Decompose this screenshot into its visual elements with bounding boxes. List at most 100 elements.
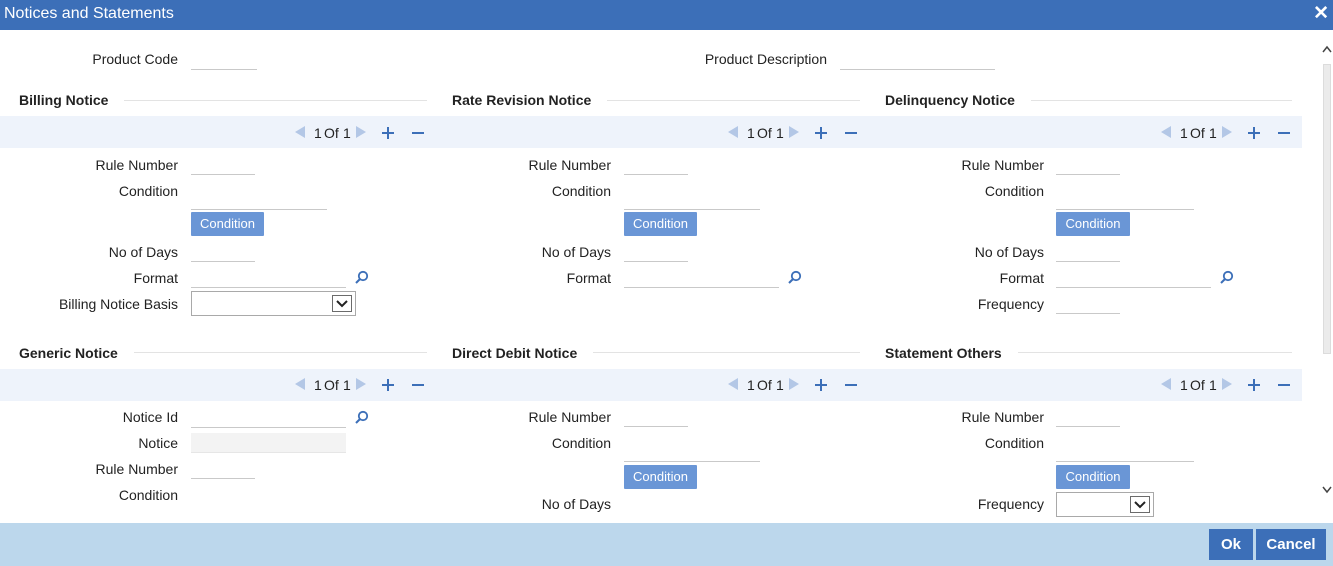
generic-notice-title: Generic Notice: [19, 345, 134, 361]
close-icon[interactable]: ✕: [1313, 3, 1329, 25]
prev-page-icon[interactable]: [294, 378, 306, 390]
rate-revision-condition-field[interactable]: [624, 190, 760, 210]
generic-condition-label: Condition: [118, 487, 178, 503]
next-page-icon[interactable]: [355, 378, 367, 390]
billing-no-of-days-field[interactable]: [191, 242, 255, 262]
generic-rule-number-field[interactable]: [191, 459, 255, 479]
statement-frequency-select[interactable]: [1056, 492, 1154, 517]
page-total: 1: [343, 377, 351, 393]
prev-page-icon[interactable]: [1160, 126, 1172, 138]
rate-revision-no-of-days-label: No of Days: [541, 244, 611, 260]
page-current: 1: [1180, 377, 1188, 393]
direct-debit-no-of-days-label: No of Days: [541, 496, 611, 512]
page-of: Of: [324, 377, 339, 393]
scroll-down-icon[interactable]: [1322, 483, 1332, 495]
billing-condition-field[interactable]: [191, 190, 327, 210]
page-current: 1: [314, 377, 322, 393]
billing-rule-number-field[interactable]: [191, 155, 255, 175]
rate-revision-condition-button[interactable]: Condition: [624, 212, 697, 236]
product-description-field[interactable]: [840, 50, 995, 70]
prev-page-icon[interactable]: [1160, 378, 1172, 390]
remove-icon[interactable]: [411, 126, 425, 140]
delinquency-no-of-days-label: No of Days: [974, 244, 1044, 260]
direct-debit-condition-label: Condition: [551, 435, 611, 451]
remove-icon[interactable]: [1277, 126, 1291, 140]
add-icon[interactable]: [1247, 378, 1261, 392]
next-page-icon[interactable]: [788, 378, 800, 390]
statement-rule-number-field[interactable]: [1056, 407, 1120, 427]
statement-condition-button[interactable]: Condition: [1056, 465, 1130, 489]
remove-icon[interactable]: [844, 126, 858, 140]
billing-rule-number-label: Rule Number: [95, 157, 178, 173]
generic-notice-id-field[interactable]: [191, 408, 346, 428]
rate-revision-format-field[interactable]: [624, 268, 779, 288]
next-page-icon[interactable]: [788, 126, 800, 138]
billing-format-label: Format: [133, 270, 178, 286]
add-icon[interactable]: [1247, 126, 1261, 140]
next-page-icon[interactable]: [1221, 126, 1233, 138]
search-icon[interactable]: [355, 270, 369, 284]
rate-revision-format-label: Format: [566, 270, 611, 286]
rate-revision-notice-title: Rate Revision Notice: [452, 92, 608, 108]
delinquency-rule-number-field[interactable]: [1056, 155, 1120, 175]
remove-icon[interactable]: [1277, 378, 1291, 392]
scrollbar-thumb[interactable]: [1323, 64, 1331, 354]
billing-no-of-days-label: No of Days: [108, 244, 178, 260]
prev-page-icon[interactable]: [727, 378, 739, 390]
product-code-field[interactable]: [191, 50, 257, 70]
direct-debit-condition-button[interactable]: Condition: [624, 465, 697, 489]
statement-rule-number-label: Rule Number: [961, 409, 1044, 425]
add-icon[interactable]: [814, 378, 828, 392]
search-icon[interactable]: [1220, 270, 1234, 284]
pager-band: [0, 369, 1302, 401]
billing-notice-title: Billing Notice: [19, 92, 125, 108]
add-icon[interactable]: [381, 378, 395, 392]
page-of: Of: [757, 377, 772, 393]
product-code-label: Product Code: [92, 51, 178, 67]
page-of: Of: [324, 125, 339, 141]
statement-others-title: Statement Others: [885, 345, 1018, 361]
search-icon[interactable]: [355, 410, 369, 424]
rate-revision-rule-number-field[interactable]: [624, 155, 688, 175]
page-current: 1: [747, 125, 755, 141]
add-icon[interactable]: [814, 126, 828, 140]
page-of: Of: [1190, 125, 1205, 141]
next-page-icon[interactable]: [1221, 378, 1233, 390]
remove-icon[interactable]: [844, 378, 858, 392]
rate-revision-no-of-days-field[interactable]: [624, 242, 688, 262]
delinquency-no-of-days-field[interactable]: [1056, 242, 1120, 262]
prev-page-icon[interactable]: [294, 126, 306, 138]
footer-bar: Ok Cancel: [0, 523, 1333, 566]
direct-debit-rule-number-label: Rule Number: [528, 409, 611, 425]
vertical-scrollbar[interactable]: [1321, 30, 1333, 523]
remove-icon[interactable]: [411, 378, 425, 392]
cancel-button[interactable]: Cancel: [1256, 529, 1326, 560]
generic-notice-field: [191, 433, 346, 453]
statement-condition-label: Condition: [984, 435, 1044, 451]
delinquency-frequency-label: Frequency: [977, 296, 1044, 312]
scroll-up-icon[interactable]: [1322, 44, 1332, 56]
add-icon[interactable]: [381, 126, 395, 140]
next-page-icon[interactable]: [355, 126, 367, 138]
prev-page-icon[interactable]: [727, 126, 739, 138]
direct-debit-condition-field[interactable]: [624, 442, 760, 462]
generic-notice-id-label: Notice Id: [122, 409, 178, 425]
direct-debit-rule-number-field[interactable]: [624, 407, 688, 427]
chevron-down-icon: [1130, 496, 1150, 513]
delinquency-format-label: Format: [999, 270, 1044, 286]
billing-format-field[interactable]: [191, 268, 346, 288]
delinquency-condition-button[interactable]: Condition: [1056, 212, 1130, 236]
delinquency-condition-field[interactable]: [1056, 190, 1194, 210]
page-current: 1: [747, 377, 755, 393]
window-title: Notices and Statements: [4, 5, 174, 22]
ok-button[interactable]: Ok: [1209, 529, 1253, 560]
page-total: 1: [343, 125, 351, 141]
statement-condition-field[interactable]: [1056, 442, 1194, 462]
chevron-down-icon: [332, 295, 352, 312]
billing-notice-basis-select[interactable]: [191, 291, 356, 316]
delinquency-format-field[interactable]: [1056, 268, 1211, 288]
delinquency-frequency-field[interactable]: [1056, 294, 1120, 314]
billing-condition-button[interactable]: Condition: [191, 212, 264, 236]
delinquency-rule-number-label: Rule Number: [961, 157, 1044, 173]
search-icon[interactable]: [788, 270, 802, 284]
